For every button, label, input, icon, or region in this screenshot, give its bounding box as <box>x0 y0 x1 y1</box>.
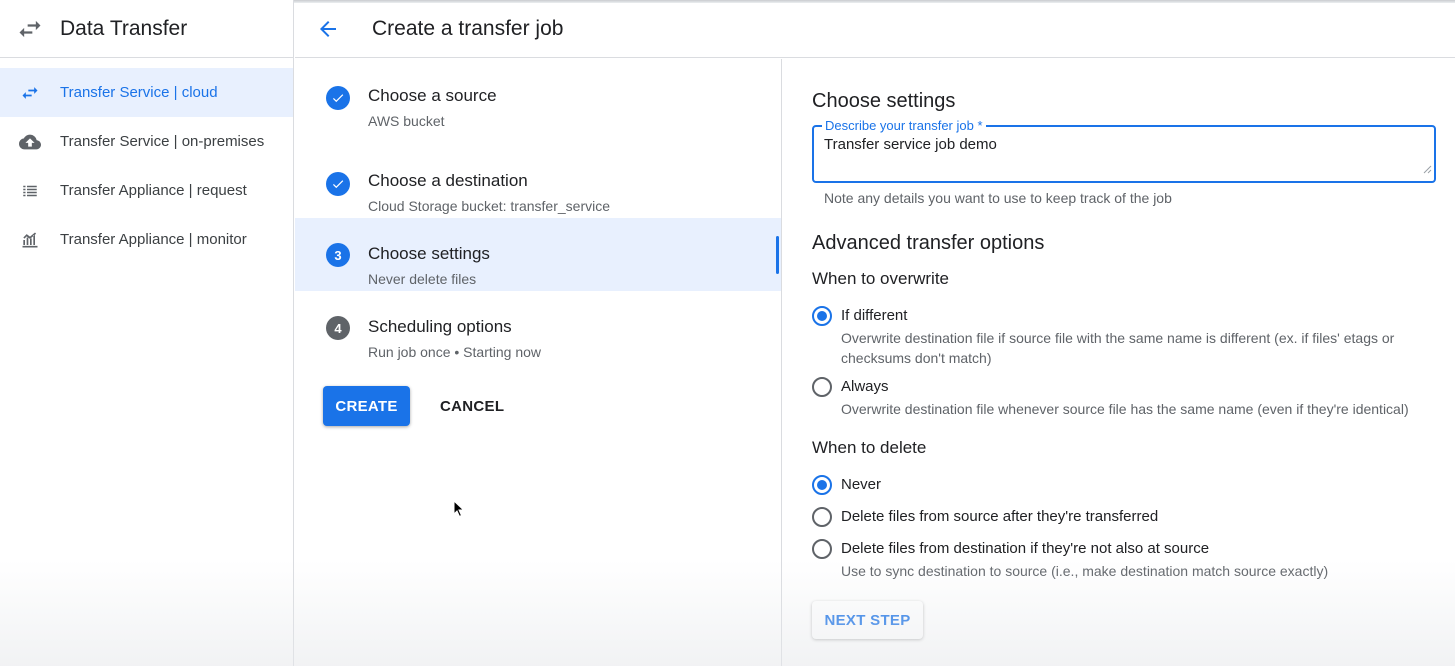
step-subtitle: Never delete files <box>368 271 477 287</box>
field-hint: Note any details you want to use to keep… <box>824 190 1172 206</box>
step-title: Scheduling options <box>368 317 512 336</box>
step-title: Choose settings <box>368 244 490 263</box>
sidebar-header: Data Transfer <box>0 0 293 58</box>
step-subtitle: AWS bucket <box>368 113 445 129</box>
swap-arrows-icon <box>0 83 60 103</box>
resize-grip-icon[interactable] <box>1423 161 1432 179</box>
sidebar-item-label: Transfer Appliance | request <box>60 182 247 199</box>
sidebar-item-label: Transfer Service | cloud <box>60 84 218 101</box>
page-title: Create a transfer job <box>372 16 564 40</box>
arrow-back-icon[interactable] <box>295 17 361 41</box>
list-icon <box>0 182 60 200</box>
next-step-button[interactable]: NEXT STEP <box>812 601 923 639</box>
stepper: Choose a source AWS bucket Choose a dest… <box>295 59 782 666</box>
radio-button-selected[interactable] <box>812 475 832 495</box>
radio-button[interactable] <box>812 377 832 397</box>
radio-description: Overwrite destination file if source fil… <box>841 330 1395 366</box>
overwrite-heading: When to overwrite <box>812 269 949 288</box>
step-choose-destination[interactable]: Choose a destination Cloud Storage bucke… <box>295 145 781 218</box>
radio-label: Always <box>841 378 889 395</box>
check-circle-icon <box>326 86 350 110</box>
sidebar-item-label: Transfer Appliance | monitor <box>60 231 247 248</box>
radio-label: Delete files from destination if they're… <box>841 540 1210 557</box>
advanced-options-heading: Advanced transfer options <box>812 232 1045 254</box>
radio-label: If different <box>841 307 908 324</box>
radio-delete-from-source[interactable]: Delete files from source after they're t… <box>812 506 1442 528</box>
radio-button[interactable] <box>812 539 832 559</box>
check-circle-icon <box>326 172 350 196</box>
step-number-badge: 3 <box>326 243 350 267</box>
radio-description: Use to sync destination to source (i.e.,… <box>841 563 1329 579</box>
sidebar: Data Transfer Transfer Service | cloud T… <box>0 0 294 666</box>
delete-heading: When to delete <box>812 438 927 457</box>
radio-never[interactable]: Never <box>812 474 1442 496</box>
step-choose-source[interactable]: Choose a source AWS bucket <box>295 59 781 145</box>
step-title: Choose a destination <box>368 171 528 190</box>
sidebar-nav: Transfer Service | cloud Transfer Servic… <box>0 68 293 264</box>
mouse-cursor-icon <box>453 499 465 523</box>
step-scheduling-options[interactable]: 4 Scheduling options Run job once • Star… <box>295 291 781 364</box>
radio-delete-from-destination[interactable]: Delete files from destination if they're… <box>812 538 1442 581</box>
sidebar-item-transfer-service-on-premises[interactable]: Transfer Service | on-premises <box>0 117 293 166</box>
radio-always[interactable]: Always Overwrite destination file whenev… <box>812 376 1442 419</box>
form-actions: CREATE CANCEL <box>323 386 504 426</box>
cancel-button[interactable]: CANCEL <box>440 398 504 415</box>
radio-button-selected[interactable] <box>812 306 832 326</box>
step-subtitle: Run job once • Starting now <box>368 344 542 360</box>
step-choose-settings[interactable]: 3 Choose settings Never delete files <box>295 218 781 291</box>
radio-description: Overwrite destination file whenever sour… <box>841 401 1409 417</box>
sidebar-item-transfer-appliance-request[interactable]: Transfer Appliance | request <box>0 166 293 215</box>
radio-if-different[interactable]: If different Overwrite destination file … <box>812 305 1442 368</box>
sidebar-item-transfer-appliance-monitor[interactable]: Transfer Appliance | monitor <box>0 215 293 264</box>
settings-heading: Choose settings <box>812 90 956 112</box>
radio-label: Never <box>841 476 882 493</box>
field-value: Transfer service job demo <box>824 136 997 153</box>
page-header: Create a transfer job <box>295 0 1455 58</box>
sidebar-item-label: Transfer Service | on-premises <box>60 133 265 150</box>
radio-button[interactable] <box>812 507 832 527</box>
radio-label: Delete files from source after they're t… <box>841 508 1159 525</box>
settings-panel: Choose settings Describe your transfer j… <box>812 59 1442 639</box>
transfer-job-description-field[interactable]: Describe your transfer job * Transfer se… <box>812 118 1436 183</box>
cloud-upload-icon <box>0 131 60 153</box>
sidebar-item-transfer-service-cloud[interactable]: Transfer Service | cloud <box>0 68 293 117</box>
create-button[interactable]: CREATE <box>323 386 410 426</box>
step-subtitle: Cloud Storage bucket: transfer_service <box>368 198 611 214</box>
app-title: Data Transfer <box>60 16 188 40</box>
step-number-badge: 4 <box>326 316 350 340</box>
monitor-chart-icon <box>0 230 60 250</box>
step-title: Choose a source <box>368 86 497 105</box>
swap-arrows-icon <box>0 15 60 43</box>
field-label: Describe your transfer job * <box>822 118 986 133</box>
